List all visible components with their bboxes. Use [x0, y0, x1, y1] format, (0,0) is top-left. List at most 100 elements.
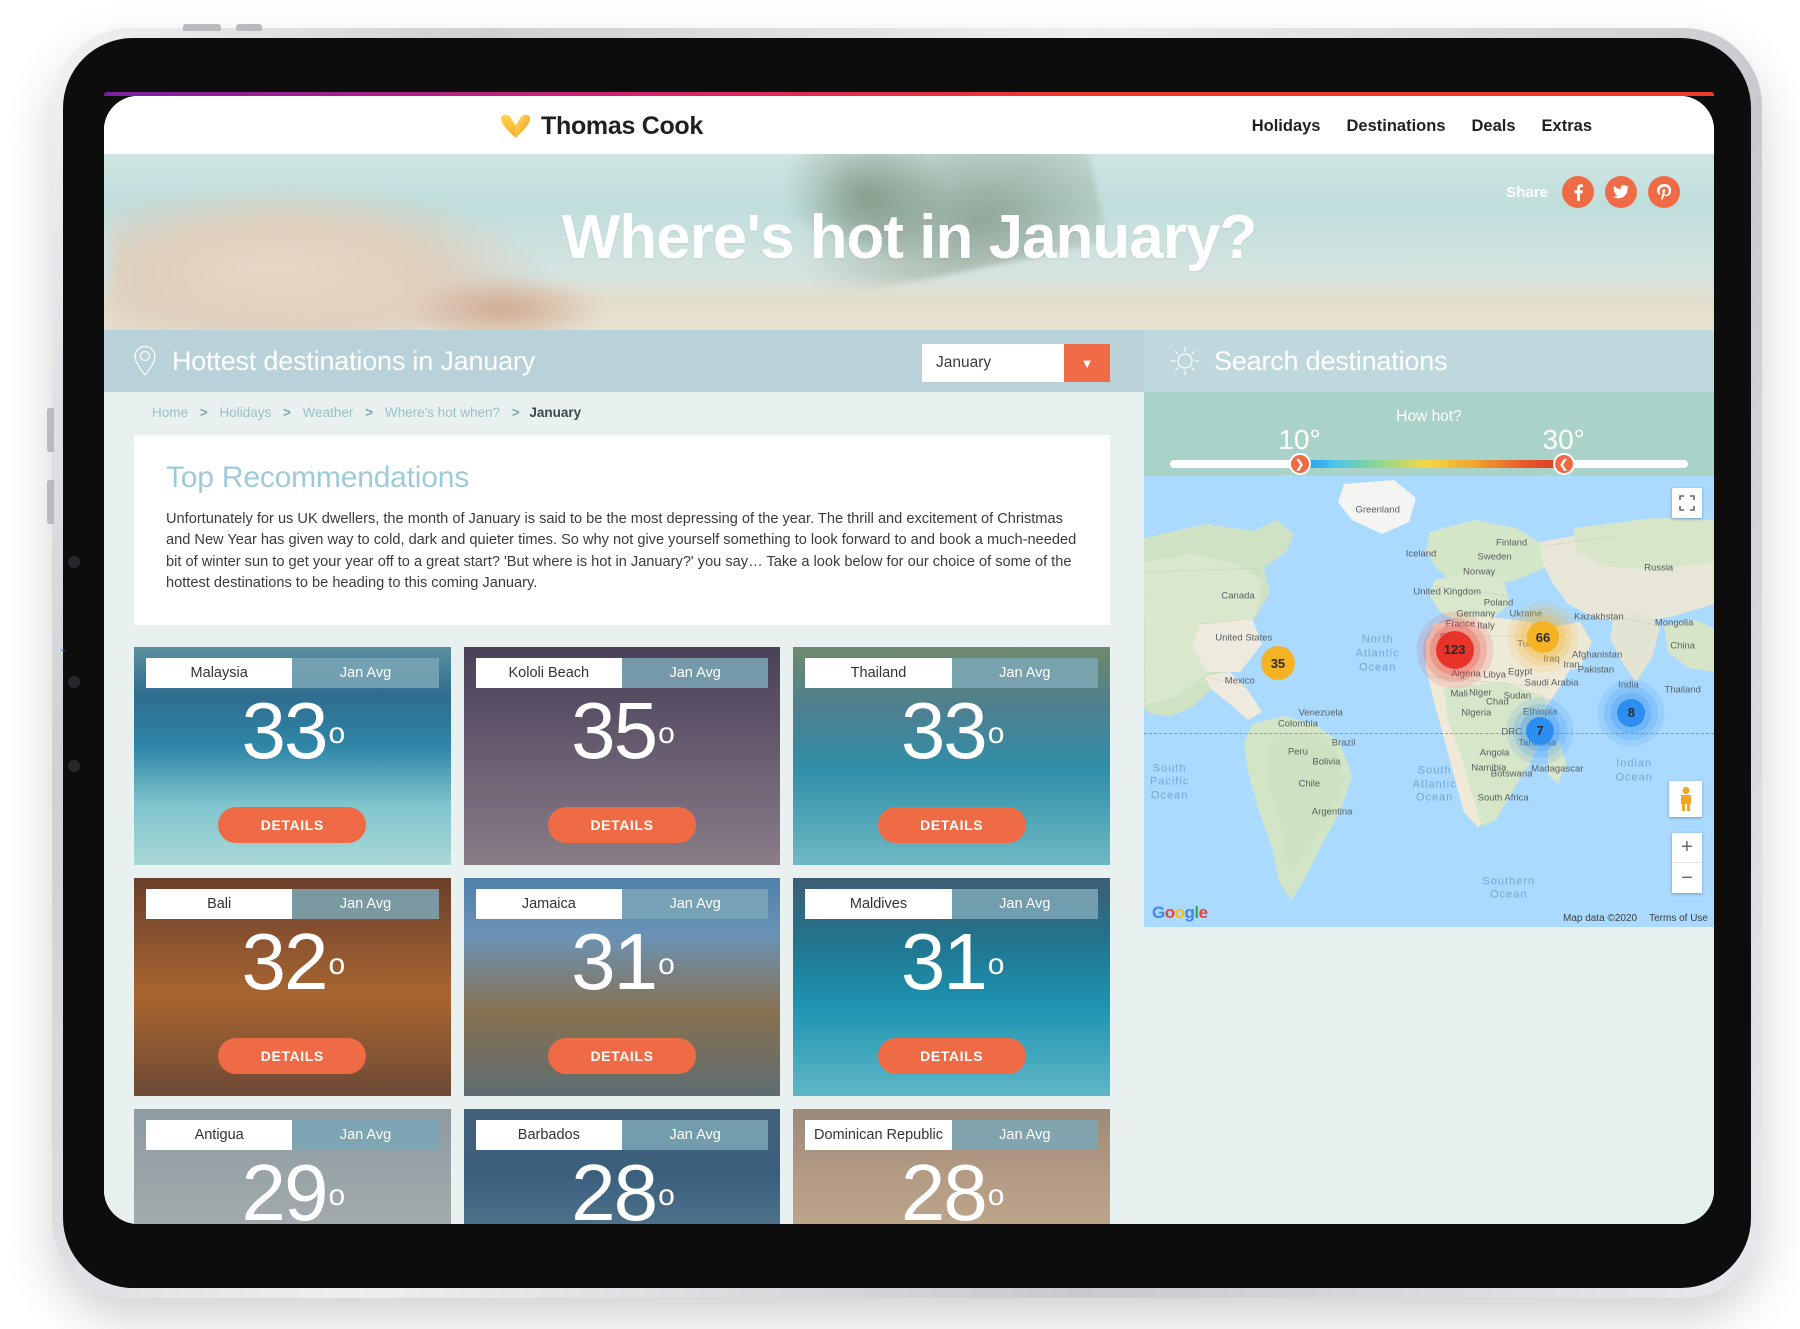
map-cluster-marker[interactable]: 123: [1435, 630, 1474, 669]
sun-icon: [1170, 346, 1200, 376]
volume-up-button[interactable]: [47, 408, 54, 452]
breadcrumb-separator: >: [199, 405, 208, 420]
map-cluster-marker[interactable]: 66: [1527, 621, 1559, 654]
destination-card[interactable]: Maldives Jan Avg 31o DETAILS: [793, 877, 1110, 1096]
destination-card-header: Antigua Jan Avg: [146, 1119, 439, 1150]
destination-avg-label: Jan Avg: [951, 1119, 1098, 1150]
destination-card-header: Kololi Beach Jan Avg: [475, 657, 769, 688]
nav-item-deals[interactable]: Deals: [1472, 117, 1516, 136]
hottest-destinations-bar: Hottest destinations in January January …: [104, 330, 1144, 392]
map-country-label: Russia: [1644, 562, 1674, 574]
recommendations-title: Top Recommendations: [166, 461, 470, 494]
map-country-label: Greenland: [1355, 504, 1400, 516]
map-column: How hot? 10° 30° ❯ ❮ Min Avg Max Avg: [1144, 392, 1714, 1224]
brand-logo[interactable]: Thomas Cook: [500, 112, 703, 141]
destination-card-header: Malaysia Jan Avg: [146, 657, 439, 688]
section-bars: Hottest destinations in January January …: [104, 330, 1714, 392]
destination-avg-label: Jan Avg: [621, 657, 769, 688]
destination-card[interactable]: Jamaica Jan Avg 31o DETAILS: [463, 877, 781, 1096]
destination-temperature: 31o: [571, 916, 675, 1006]
destination-details-button[interactable]: DETAILS: [218, 1037, 367, 1074]
street-view-pegman-icon[interactable]: [1669, 781, 1702, 817]
map-country-label: Mexico: [1224, 675, 1255, 687]
map-ocean-label: Southern Ocean: [1482, 874, 1536, 901]
terms-of-use-link[interactable]: Terms of Use: [1649, 913, 1708, 924]
destination-card-header: Dominican Republic Jan Avg: [805, 1119, 1098, 1150]
destination-card[interactable]: Dominican RepublicJan Avg28oDETAILS: [793, 1108, 1110, 1224]
world-map[interactable]: Greenland Iceland Finland Sweden Norway Russi…: [1144, 476, 1714, 927]
nav-item-destinations[interactable]: Destinations: [1346, 117, 1445, 136]
content-column: Home > Holidays > Weather > Where's hot …: [104, 392, 1144, 1224]
facebook-icon: [1574, 183, 1583, 201]
map-country-label: Peru: [1287, 746, 1308, 758]
month-select[interactable]: January ▼: [922, 344, 1110, 382]
destination-details-button[interactable]: DETAILS: [877, 806, 1026, 843]
destination-card[interactable]: Bali Jan Avg 32o DETAILS: [134, 877, 451, 1096]
web-page: Thomas Cook Holidays Destinations Deals …: [104, 96, 1714, 1224]
destination-avg-label: Jan Avg: [621, 888, 769, 919]
slider-min-value: 10°: [1278, 424, 1321, 455]
destination-details-button[interactable]: DETAILS: [547, 806, 696, 843]
destination-details-button[interactable]: DETAILS: [218, 806, 367, 843]
nav-item-holidays[interactable]: Holidays: [1252, 117, 1321, 136]
destination-temperature: 33o: [900, 685, 1005, 775]
main-navigation: Holidays Destinations Deals Extras: [1252, 117, 1592, 136]
destination-avg-label: Jan Avg: [951, 888, 1098, 919]
slider-max-value: 30°: [1542, 424, 1585, 455]
destination-card-header: Jamaica Jan Avg: [475, 888, 769, 919]
map-cluster-marker[interactable]: 7: [1526, 716, 1555, 745]
map-ocean-label: South Atlantic Ocean: [1412, 764, 1457, 804]
site-header: Thomas Cook Holidays Destinations Deals …: [104, 96, 1714, 154]
sensor-dot-2: [68, 760, 80, 772]
destination-card[interactable]: Malaysia Jan Avg 33o DETAILS: [134, 646, 451, 865]
temperature-range-slider[interactable]: ❯ ❮ Min Avg Max Avg: [1170, 453, 1688, 486]
destination-name: Malaysia: [146, 657, 293, 688]
share-label: Share: [1506, 183, 1548, 201]
destination-temperature: 29o: [241, 1147, 346, 1224]
map-zoom-controls: + −: [1672, 833, 1702, 893]
fullscreen-icon[interactable]: [1672, 488, 1702, 518]
map-country-label: United Kingdom: [1413, 586, 1482, 598]
slider-handle-max[interactable]: ❮: [1552, 453, 1575, 475]
map-country-label: Iceland: [1405, 548, 1437, 560]
slider-handle-min[interactable]: ❯: [1288, 453, 1311, 475]
destination-card-header: Thailand Jan Avg: [805, 657, 1098, 688]
map-country-label: Angola: [1479, 747, 1510, 759]
map-country-label: Kazakhstan: [1574, 611, 1624, 623]
destination-temperature: 31o: [900, 916, 1005, 1006]
map-country-label: Argentina: [1311, 806, 1353, 818]
map-country-label: Chad: [1486, 696, 1509, 707]
page-title: Where's hot in January?: [561, 203, 1258, 272]
breadcrumb-item-current: January: [529, 405, 582, 420]
destination-card[interactable]: BarbadosJan Avg28oDETAILS: [463, 1108, 781, 1224]
twitter-share-button[interactable]: [1605, 176, 1637, 208]
breadcrumb-item-home[interactable]: Home: [152, 405, 188, 420]
zoom-in-button[interactable]: +: [1672, 833, 1702, 863]
breadcrumb-item-holidays[interactable]: Holidays: [219, 405, 271, 420]
destination-details-button[interactable]: DETAILS: [547, 1037, 696, 1074]
nav-item-extras[interactable]: Extras: [1542, 117, 1592, 136]
volume-down-button[interactable]: [47, 480, 54, 524]
zoom-out-button[interactable]: −: [1672, 863, 1702, 893]
map-cluster-marker[interactable]: 8: [1617, 698, 1646, 727]
destination-details-button[interactable]: DETAILS: [877, 1037, 1026, 1074]
pinterest-share-button[interactable]: [1648, 176, 1680, 208]
destination-name: Jamaica: [475, 888, 622, 919]
map-country-label: Finland: [1496, 537, 1528, 549]
power-button[interactable]: [183, 24, 221, 31]
breadcrumb-item-weather[interactable]: Weather: [303, 405, 354, 420]
chevron-down-icon[interactable]: ▼: [1064, 344, 1110, 382]
destination-card-header: Bali Jan Avg: [146, 888, 439, 919]
destination-avg-label: Jan Avg: [292, 1119, 439, 1150]
facebook-share-button[interactable]: [1562, 176, 1594, 208]
map-country-label: Mali: [1450, 688, 1468, 700]
map-country-label: Pakistan: [1577, 664, 1615, 676]
top-button-secondary[interactable]: [236, 24, 262, 31]
breadcrumb-item-wheres-hot-when[interactable]: Where's hot when?: [385, 405, 500, 420]
destination-card[interactable]: Kololi Beach Jan Avg 35o DETAILS: [463, 646, 781, 865]
destination-card[interactable]: Thailand Jan Avg 33o DETAILS: [793, 646, 1110, 865]
destination-temperature: 28o: [571, 1147, 675, 1224]
destination-card[interactable]: AntiguaJan Avg29oDETAILS: [134, 1108, 451, 1224]
destination-avg-label: Jan Avg: [951, 657, 1098, 688]
map-cluster-marker[interactable]: 35: [1260, 646, 1295, 681]
